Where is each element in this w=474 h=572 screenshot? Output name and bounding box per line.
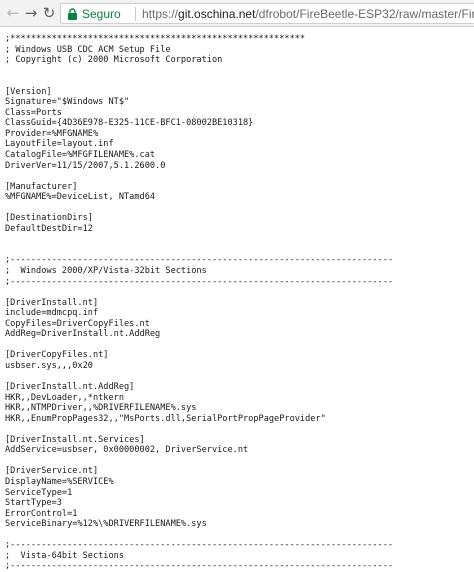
file-line: include=mdmcpq.inf bbox=[5, 308, 99, 319]
file-line: [DriverCopyFiles.nt] bbox=[5, 350, 109, 361]
reload-icon[interactable]: ↻ bbox=[41, 5, 57, 21]
url-separator bbox=[135, 7, 136, 21]
arrow-right-icon[interactable]: → bbox=[23, 5, 39, 21]
secure-label: Seguro bbox=[82, 7, 121, 21]
file-line: Signature="$Windows NT$" bbox=[5, 97, 130, 108]
url-text[interactable]: https://git.oschina.net/dfrobot/FireBeet… bbox=[142, 6, 474, 22]
file-line: CatalogFile=%MFGFILENAME%.cat bbox=[5, 150, 156, 161]
file-line bbox=[5, 76, 393, 87]
file-content: ;***************************************… bbox=[5, 34, 393, 572]
file-line: usbser.sys,,,0x20 bbox=[5, 360, 93, 371]
file-line: ServiceType=1 bbox=[5, 487, 73, 498]
file-line: [DriverInstall.nt.AddReg] bbox=[5, 382, 135, 393]
file-line: ErrorControl=1 bbox=[5, 508, 78, 519]
file-line bbox=[5, 287, 393, 298]
file-line: [Version] bbox=[5, 86, 52, 97]
arrow-left-icon[interactable]: ← bbox=[5, 5, 21, 21]
file-line bbox=[5, 340, 393, 351]
file-line bbox=[5, 424, 393, 435]
lock-icon bbox=[68, 8, 77, 20]
file-line: %MFGNAME%=DeviceList, NTamd64 bbox=[5, 192, 156, 203]
address-bar[interactable]: Seguro https://git.oschina.net/dfrobot/F… bbox=[60, 3, 474, 24]
url-scheme: https:// bbox=[142, 7, 179, 21]
file-line bbox=[5, 171, 393, 182]
browser-toolbar: ← → ↻ Seguro https://git.oschina.net/dfr… bbox=[0, 0, 474, 27]
file-line: AddReg=DriverInstall.nt.AddReg bbox=[5, 329, 161, 340]
file-line: HKR,,NTMPDriver,,%DRIVERFILENAME%.sys bbox=[5, 403, 197, 414]
url-domain: git.oschina.net bbox=[178, 7, 256, 21]
file-line bbox=[5, 456, 393, 467]
file-line: HKR,,DevLoader,,*ntkern bbox=[5, 392, 124, 403]
file-line: ;---------------------------------------… bbox=[5, 561, 394, 572]
file-line: StartType=3 bbox=[5, 498, 62, 509]
file-line: HKR,,EnumPropPages32,,"MsPorts.dll,Seria… bbox=[5, 413, 326, 424]
file-line: ;---------------------------------------… bbox=[5, 276, 394, 287]
file-line: DefaultDestDir=12 bbox=[5, 223, 93, 234]
file-line: CopyFiles=DriverCopyFiles.nt bbox=[5, 318, 150, 329]
file-line bbox=[5, 203, 393, 214]
file-line: ServiceBinary=%12%\%DRIVERFILENAME%.sys bbox=[5, 519, 207, 530]
file-line: [DestinationDirs] bbox=[5, 213, 93, 224]
file-line: ;***************************************… bbox=[5, 34, 306, 44]
file-line: DriverVer=11/15/2007,5.1.2600.0 bbox=[5, 160, 166, 171]
file-line: [DriverService.nt] bbox=[5, 466, 99, 477]
file-line bbox=[5, 234, 393, 245]
file-line bbox=[5, 372, 393, 383]
file-line: AddService=usbser, 0x00000002, DriverSer… bbox=[5, 445, 249, 456]
file-line bbox=[5, 66, 393, 77]
file-line: [Manufacturer] bbox=[5, 181, 78, 192]
file-line: ; Windows 2000/XP/Vista-32bit Sections bbox=[5, 266, 207, 277]
file-line: ;---------------------------------------… bbox=[5, 540, 394, 551]
file-line bbox=[5, 245, 393, 256]
file-line bbox=[5, 530, 393, 541]
file-line: Class=Ports bbox=[5, 107, 62, 118]
file-line: [DriverInstall.nt] bbox=[5, 297, 99, 308]
file-line: LayoutFile=layout.inf bbox=[5, 139, 114, 150]
file-line: ClassGuid={4D36E978-E325-11CE-BFC1-08002… bbox=[5, 118, 254, 129]
file-line: [DriverInstall.nt.Services] bbox=[5, 434, 145, 445]
file-line: ; Vista-64bit Sections bbox=[5, 550, 124, 561]
file-line: ;---------------------------------------… bbox=[5, 255, 394, 266]
file-line: ; Copyright (c) 2000 Microsoft Corporati… bbox=[5, 55, 223, 66]
url-path: /dfrobot/FireBeetle-ESP32/raw/master/Fir… bbox=[255, 7, 474, 21]
file-line: Provider=%MFGNAME% bbox=[5, 128, 99, 139]
file-line: ; Windows USB CDC ACM Setup File bbox=[5, 44, 171, 55]
file-line: DisplayName=%SERVICE% bbox=[5, 476, 114, 487]
